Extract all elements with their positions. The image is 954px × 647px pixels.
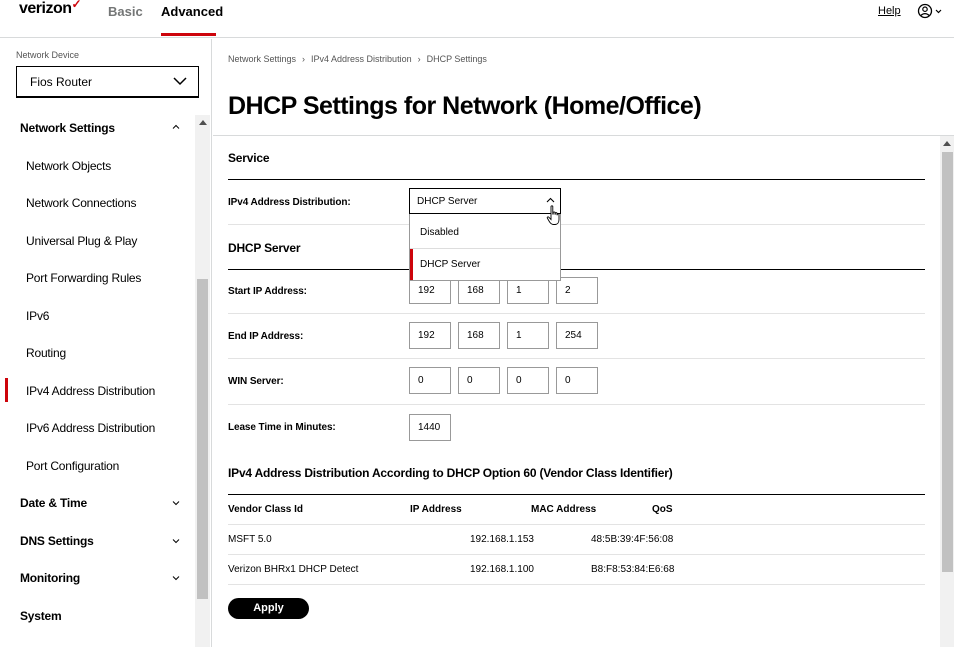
selected-option-indicator <box>410 249 413 280</box>
active-item-indicator <box>5 378 8 402</box>
sidebar-item-network-objects[interactable]: Network Objects <box>26 159 111 173</box>
hand-cursor-icon <box>546 205 560 225</box>
sidebar-item-ipv4-distribution[interactable]: IPv4 Address Distribution <box>26 384 155 398</box>
sidebar-section-system[interactable]: System <box>20 609 62 623</box>
table-cell-mac: B8:F8:53:84:E6:68 <box>591 564 675 575</box>
ipv4-distribution-value: DHCP Server <box>417 196 478 207</box>
network-device-value: Fios Router <box>30 75 93 89</box>
main-scroll-thumb[interactable] <box>942 152 953 572</box>
divider <box>228 554 925 555</box>
chevron-down-icon[interactable] <box>172 537 180 545</box>
divider <box>228 358 925 359</box>
vendor-section-title: IPv4 Address Distribution According to D… <box>228 466 673 480</box>
breadcrumb-dhcp-settings: DHCP Settings <box>426 54 487 64</box>
divider <box>228 524 925 525</box>
start-ip-octet-4[interactable]: 2 <box>556 277 598 304</box>
dropdown-option-disabled[interactable]: Disabled <box>420 227 459 238</box>
divider <box>228 224 925 225</box>
column-header-qos: QoS <box>652 504 673 515</box>
service-section-title: Service <box>228 151 270 165</box>
win-server-octet-4[interactable]: 0 <box>556 367 598 394</box>
column-header-ip: IP Address <box>410 504 462 515</box>
chevron-down-icon[interactable] <box>172 574 180 582</box>
scroll-up-arrow-icon[interactable] <box>943 141 951 146</box>
divider <box>228 269 925 270</box>
start-ip-label: Start IP Address: <box>228 286 307 297</box>
end-ip-octet-4[interactable]: 254 <box>556 322 598 349</box>
end-ip-label: End IP Address: <box>228 331 304 342</box>
tab-basic[interactable]: Basic <box>108 4 143 19</box>
column-header-mac: MAC Address <box>531 504 597 515</box>
table-cell-ip: 192.168.1.100 <box>470 564 534 575</box>
column-header-vendor: Vendor Class Id <box>228 504 304 515</box>
sidebar-item-upnp[interactable]: Universal Plug & Play <box>26 234 137 248</box>
start-ip-octet-1[interactable]: 192 <box>409 277 451 304</box>
page-title: DHCP Settings for Network (Home/Office) <box>228 92 702 120</box>
lease-time-label: Lease Time in Minutes: <box>228 422 336 433</box>
table-cell-vendor: MSFT 5.0 <box>228 534 272 545</box>
win-server-octet-2[interactable]: 0 <box>458 367 500 394</box>
chevron-down-icon <box>173 77 187 86</box>
sidebar: Network Device Fios Router Network Setti… <box>0 39 212 647</box>
divider <box>228 179 925 180</box>
ipv4-distribution-dropdown: Disabled DHCP Server <box>409 214 561 281</box>
divider <box>228 494 925 495</box>
chevron-down-icon[interactable] <box>172 499 180 507</box>
tab-advanced[interactable]: Advanced <box>161 4 223 19</box>
ipv4-distribution-label: IPv4 Address Distribution: <box>228 197 351 208</box>
sidebar-item-ipv6[interactable]: IPv6 <box>26 309 49 323</box>
breadcrumb-separator-icon: › <box>302 54 306 64</box>
apply-button[interactable]: Apply <box>228 598 309 619</box>
sidebar-item-routing[interactable]: Routing <box>26 346 66 360</box>
sidebar-item-port-forwarding[interactable]: Port Forwarding Rules <box>26 271 141 285</box>
sidebar-section-dns-settings[interactable]: DNS Settings <box>20 534 94 548</box>
verizon-logo[interactable]: verizon✓ <box>19 0 82 18</box>
start-ip-octet-3[interactable]: 1 <box>507 277 549 304</box>
table-cell-vendor: Verizon BHRx1 DHCP Detect <box>228 564 359 575</box>
lease-time-input[interactable]: 1440 <box>409 414 451 441</box>
sidebar-scrollbar[interactable] <box>195 115 210 647</box>
divider <box>228 404 925 405</box>
dropdown-option-dhcp-server[interactable]: DHCP Server <box>420 259 480 270</box>
chevron-up-icon[interactable] <box>172 123 180 131</box>
active-tab-indicator <box>161 33 216 36</box>
end-ip-octet-1[interactable]: 192 <box>409 322 451 349</box>
win-server-octet-1[interactable]: 0 <box>409 367 451 394</box>
breadcrumb-network-settings[interactable]: Network Settings <box>228 54 296 64</box>
divider <box>228 584 925 585</box>
chevron-up-icon <box>546 197 555 203</box>
user-account-icon[interactable] <box>917 3 943 19</box>
sidebar-scroll-thumb[interactable] <box>197 279 208 599</box>
main-divider <box>213 135 954 136</box>
dhcp-server-section-title: DHCP Server <box>228 241 301 255</box>
network-device-select[interactable]: Fios Router <box>16 66 199 98</box>
win-server-octet-3[interactable]: 0 <box>507 367 549 394</box>
sidebar-section-date-time[interactable]: Date & Time <box>20 496 87 510</box>
end-ip-octet-3[interactable]: 1 <box>507 322 549 349</box>
help-link[interactable]: Help <box>878 5 901 17</box>
top-bar: verizon✓ Basic Advanced Help <box>0 0 954 38</box>
breadcrumb: Network Settings › IPv4 Address Distributi… <box>228 54 491 64</box>
table-cell-mac: 48:5B:39:4F:56:08 <box>591 534 674 545</box>
sidebar-item-network-connections[interactable]: Network Connections <box>26 196 136 210</box>
start-ip-octet-2[interactable]: 168 <box>458 277 500 304</box>
sidebar-item-ipv6-distribution[interactable]: IPv6 Address Distribution <box>26 421 155 435</box>
main-scrollbar[interactable] <box>940 136 954 647</box>
sidebar-item-port-configuration[interactable]: Port Configuration <box>26 459 119 473</box>
end-ip-octet-2[interactable]: 168 <box>458 322 500 349</box>
breadcrumb-separator-icon: › <box>417 54 421 64</box>
table-cell-ip: 192.168.1.153 <box>470 534 534 545</box>
scroll-up-arrow-icon[interactable] <box>199 120 207 125</box>
sidebar-section-monitoring[interactable]: Monitoring <box>20 571 80 585</box>
network-device-label: Network Device <box>16 50 80 60</box>
win-server-label: WIN Server: <box>228 376 284 387</box>
divider <box>410 248 560 249</box>
divider <box>228 313 925 314</box>
ipv4-distribution-select[interactable]: DHCP Server <box>409 188 561 214</box>
breadcrumb-ipv4-distribution[interactable]: IPv4 Address Distribution <box>311 54 412 64</box>
sidebar-section-network-settings[interactable]: Network Settings <box>20 121 115 135</box>
